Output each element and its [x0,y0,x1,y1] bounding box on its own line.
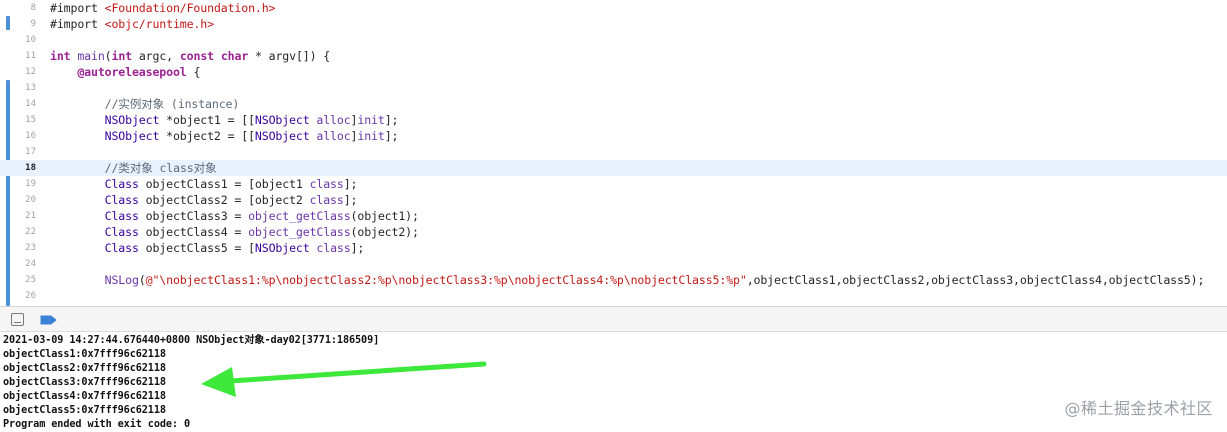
watermark: @稀土掘金技术社区 [1064,399,1213,418]
green-arrow-icon [201,361,487,397]
